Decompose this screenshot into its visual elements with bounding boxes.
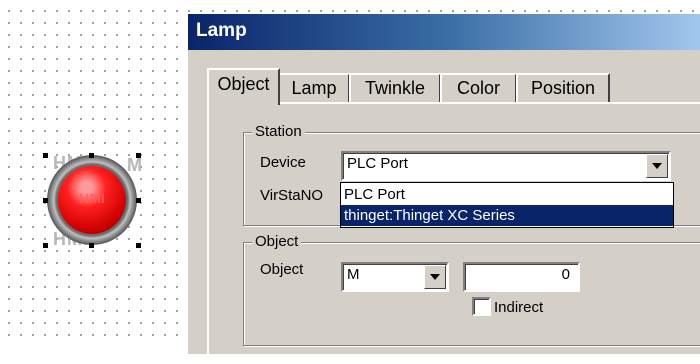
virstano-label: VirStaNO (260, 187, 324, 204)
object-group: Object (243, 233, 700, 346)
device-dropdown-list: PLC Port thinget:Thinget XC Series (340, 182, 674, 228)
resize-handle-br[interactable] (136, 243, 141, 248)
lamp-light: HMI (58, 166, 126, 234)
lamp-widget[interactable]: HMI M HMI HMI (43, 153, 143, 249)
object-number-input[interactable]: 0 (463, 262, 580, 292)
station-group-title: Station (252, 123, 305, 140)
device-select-value: PLC Port (347, 155, 408, 172)
dropdown-option-plc-port[interactable]: PLC Port (341, 184, 673, 205)
object-type-dropdown-button[interactable] (424, 265, 446, 289)
ghost-m-text: M (127, 155, 143, 175)
chevron-down-icon (652, 163, 662, 169)
object-type-value: M (347, 266, 360, 283)
resize-handle-bl[interactable] (43, 243, 48, 248)
tab-lamp[interactable]: Lamp (278, 73, 350, 103)
dialog-title: Lamp (196, 20, 247, 41)
object-group-title: Object (252, 233, 302, 250)
tab-position[interactable]: Position (516, 73, 610, 103)
tab-object[interactable]: Object (207, 68, 280, 105)
resize-handle-tl[interactable] (43, 153, 48, 158)
lamp-label: HMI (79, 190, 105, 206)
resize-handle-r[interactable] (136, 198, 141, 203)
lamp-bezel: HMI (47, 155, 137, 245)
resize-handle-b[interactable] (89, 243, 94, 248)
object-type-select[interactable]: M (341, 262, 449, 292)
device-label: Device (260, 154, 306, 171)
resize-handle-l[interactable] (43, 198, 48, 203)
chevron-down-icon (430, 274, 440, 280)
indirect-checkbox[interactable] (472, 297, 491, 316)
tab-color[interactable]: Color (440, 73, 517, 103)
dialog-titlebar[interactable]: Lamp (188, 14, 700, 50)
device-select[interactable]: PLC Port (341, 151, 671, 181)
resize-handle-t[interactable] (89, 153, 94, 158)
tab-twinkle[interactable]: Twinkle (349, 73, 441, 103)
object-number-value: 0 (561, 266, 570, 283)
device-dropdown-button[interactable] (646, 154, 668, 178)
object-label: Object (260, 261, 304, 278)
indirect-label: Indirect (494, 299, 544, 316)
resize-handle-tr[interactable] (136, 153, 141, 158)
dropdown-option-thinget[interactable]: thinget:Thinget XC Series (341, 205, 673, 226)
